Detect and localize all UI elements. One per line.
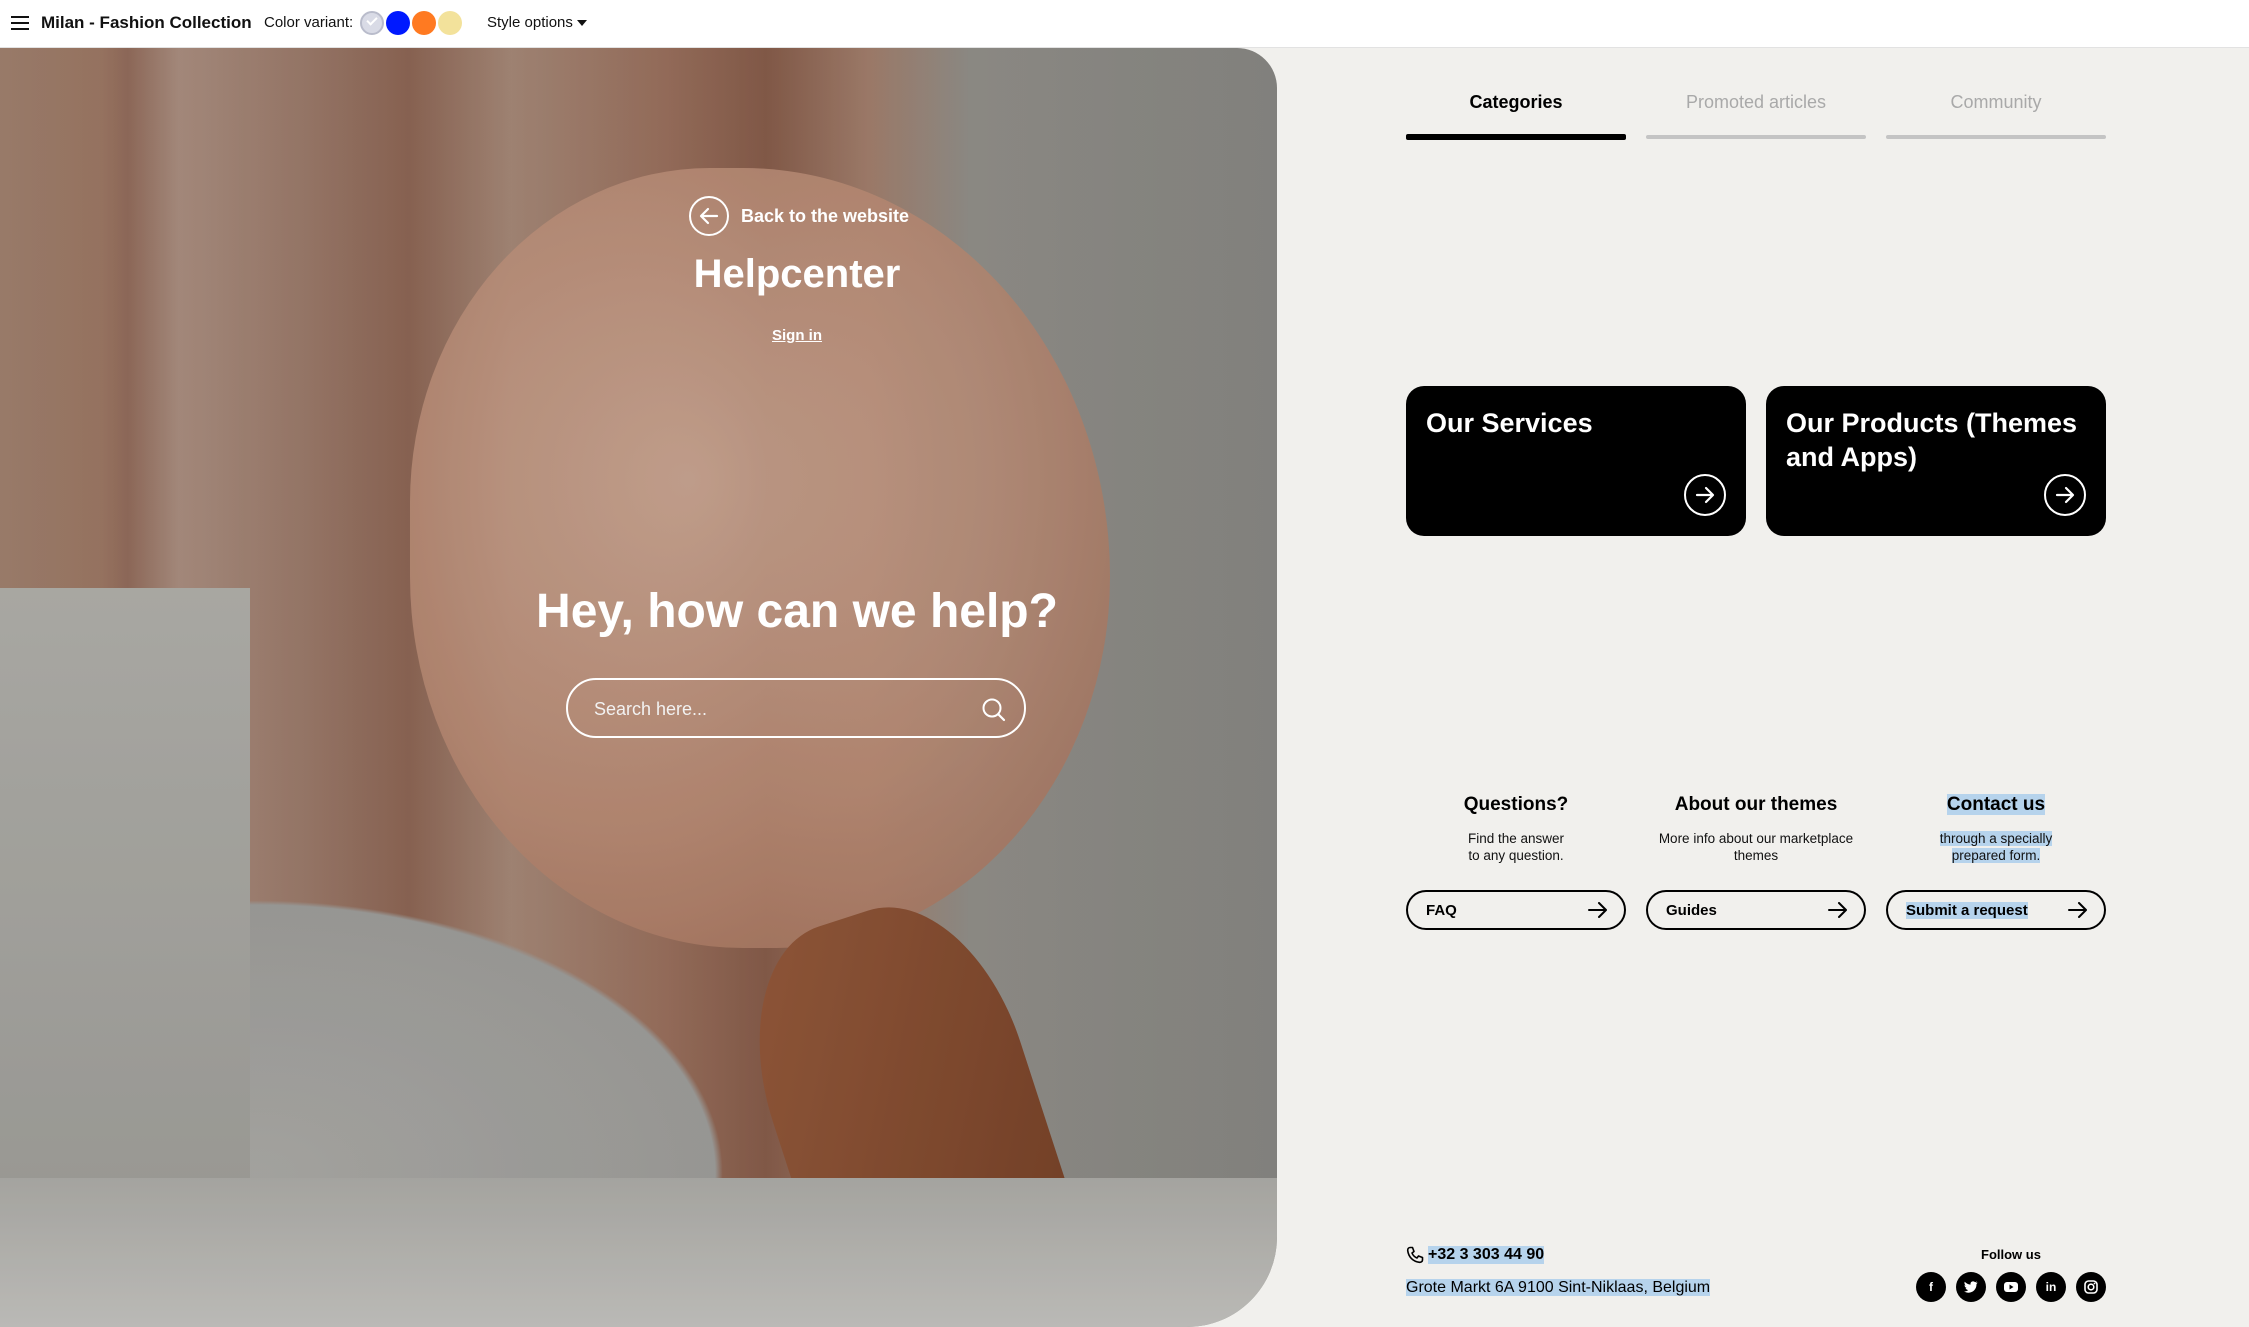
color-swatch-gray[interactable]: [360, 11, 384, 35]
menu-icon[interactable]: [11, 16, 29, 30]
tab-indicator: [1646, 135, 1866, 139]
tab-categories[interactable]: Categories: [1406, 92, 1626, 140]
info-heading: Questions?: [1463, 794, 1569, 815]
submit-request-button[interactable]: Submit a request: [1886, 890, 2106, 930]
address-text: Grote Markt 6A 9100 Sint-Niklaas, Belgiu…: [1406, 1279, 1711, 1296]
arrow-right-icon: [2068, 902, 2087, 918]
search-icon[interactable]: [980, 696, 1008, 724]
faq-button[interactable]: FAQ: [1406, 890, 1626, 930]
style-options-dropdown[interactable]: Style options: [487, 14, 587, 31]
tab-promoted-label: Promoted articles: [1685, 92, 1827, 112]
follow-us-label: Follow us: [1981, 1247, 2041, 1262]
tab-indicator: [1406, 134, 1626, 140]
info-questions: Questions? Find the answer to any questi…: [1406, 794, 1626, 864]
hero-heading: Hey, how can we help?: [536, 585, 1058, 638]
info-desc-line: through a specially: [1939, 831, 2053, 846]
helpcenter-title: Helpcenter: [693, 252, 901, 296]
info-about-themes: About our themes More info about our mar…: [1646, 794, 1866, 864]
color-swatch-blue[interactable]: [386, 11, 410, 35]
tab-promoted-articles[interactable]: Promoted articles: [1646, 92, 1866, 139]
color-variant-label: Color variant:: [264, 14, 354, 31]
card-title: Our Products (Themes and Apps): [1786, 408, 2078, 472]
info-desc-line: themes: [1733, 848, 1779, 863]
youtube-icon[interactable]: [1996, 1272, 2026, 1302]
sign-in-link[interactable]: Sign in: [0, 327, 1594, 344]
linkedin-icon[interactable]: in: [2036, 1272, 2066, 1302]
info-desc-line: Find the answer: [1467, 831, 1565, 846]
color-swatch-orange[interactable]: [412, 11, 436, 35]
info-desc-line: prepared form.: [1951, 848, 2041, 863]
submit-request-label: Submit a request: [1906, 902, 2028, 919]
guides-button-label: Guides: [1666, 902, 1717, 919]
faq-button-label: FAQ: [1426, 902, 1457, 919]
tab-indicator: [1886, 135, 2106, 139]
caret-down-icon: [576, 20, 587, 27]
twitter-icon[interactable]: [1956, 1272, 1986, 1302]
tab-community-label: Community: [1950, 92, 2042, 112]
tab-community[interactable]: Community: [1886, 92, 2106, 139]
card-title: Our Services: [1426, 408, 1593, 438]
card-our-products[interactable]: Our Products (Themes and Apps): [1766, 386, 2106, 536]
app-title: Milan - Fashion Collection: [41, 13, 252, 32]
card-our-services[interactable]: Our Services: [1406, 386, 1746, 536]
search-input[interactable]: [594, 696, 954, 722]
search-box: [566, 678, 1026, 738]
info-contact-us: Contact us through a specially prepared …: [1886, 794, 2106, 864]
color-swatch-yellow[interactable]: [438, 11, 462, 35]
top-bar: Milan - Fashion Collection Color variant…: [0, 0, 2249, 48]
phone-contact[interactable]: +32 3 303 44 90: [1406, 1246, 1545, 1264]
instagram-icon[interactable]: [2076, 1272, 2106, 1302]
arrow-right-icon: [1828, 902, 1847, 918]
info-desc-line: More info about our marketplace: [1658, 831, 1854, 846]
tab-categories-label: Categories: [1469, 92, 1563, 112]
arrow-right-icon: [1684, 474, 1726, 516]
guides-button[interactable]: Guides: [1646, 890, 1866, 930]
arrow-left-icon: [689, 196, 729, 236]
address: Grote Markt 6A 9100 Sint-Niklaas, Belgiu…: [1406, 1279, 1711, 1297]
arrow-right-icon: [2044, 474, 2086, 516]
arrow-right-icon: [1588, 902, 1607, 918]
style-options-label: Style options: [487, 14, 573, 31]
phone-number: +32 3 303 44 90: [1428, 1246, 1545, 1264]
info-heading: About our themes: [1674, 794, 1838, 815]
phone-icon: [1406, 1246, 1424, 1264]
info-desc-line: to any question.: [1468, 848, 1564, 863]
info-heading: Contact us: [1946, 794, 2046, 815]
back-link-label: Back to the website: [741, 205, 910, 226]
check-icon: [366, 14, 378, 26]
facebook-icon[interactable]: f: [1916, 1272, 1946, 1302]
back-to-website-link[interactable]: Back to the website: [689, 196, 909, 236]
